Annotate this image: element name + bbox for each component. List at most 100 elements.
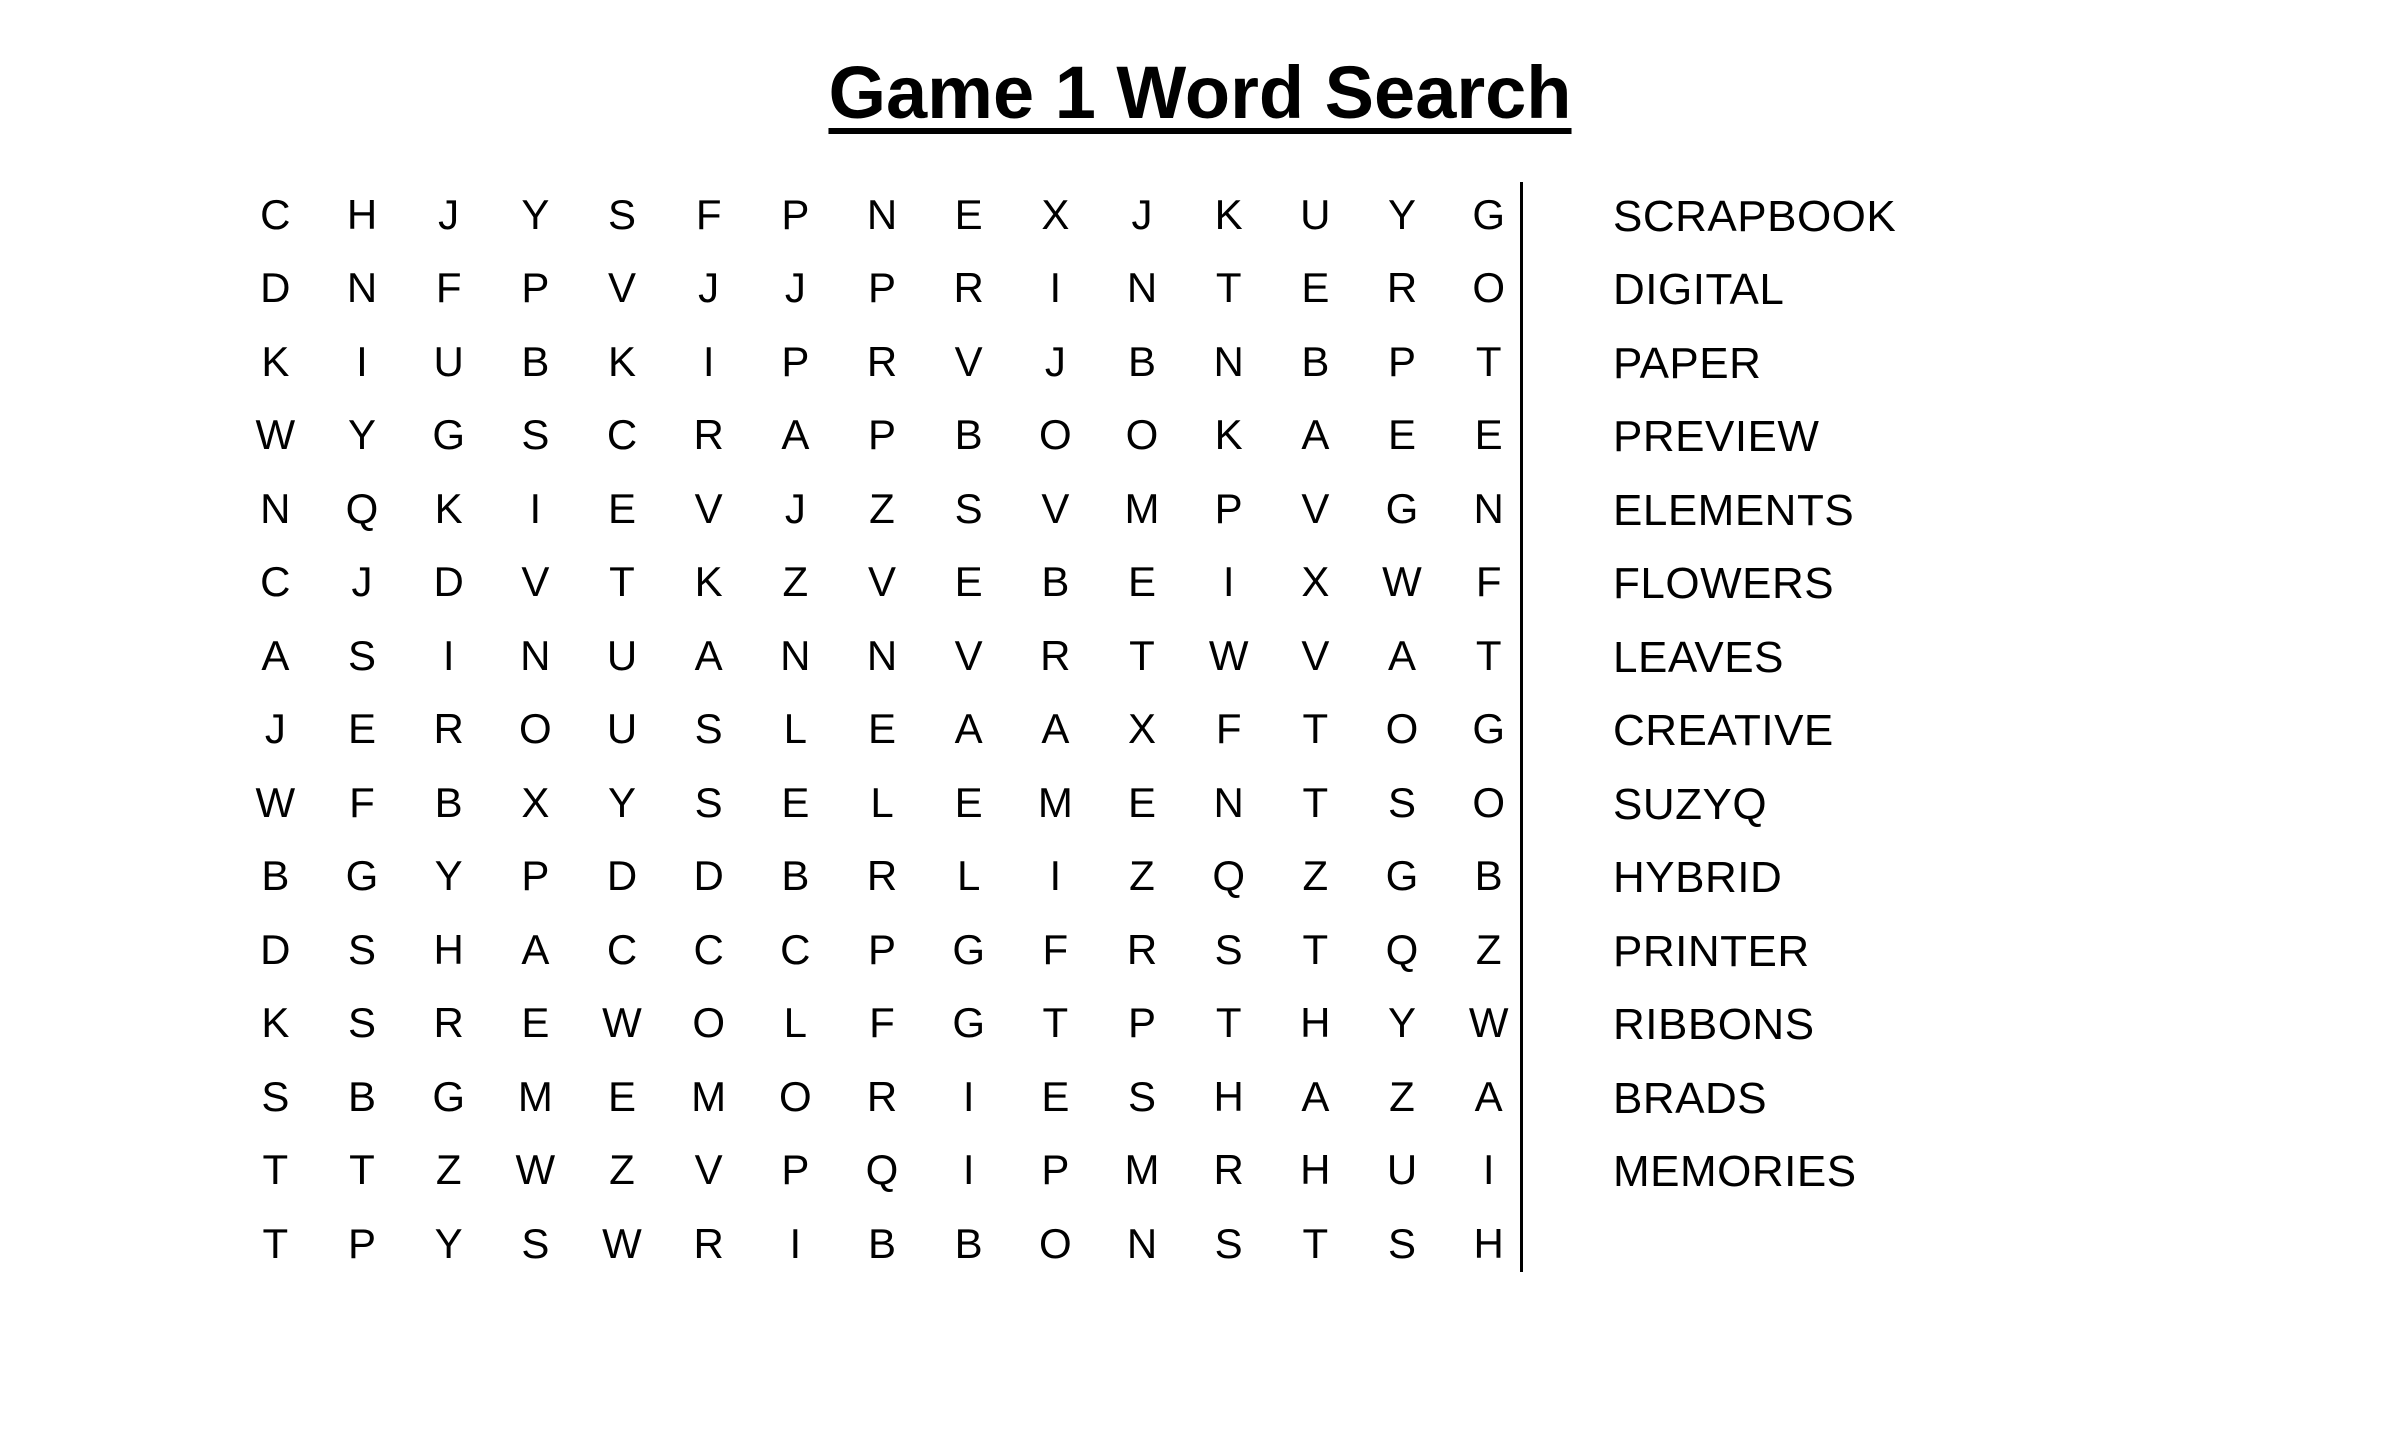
grid-cell[interactable]: E bbox=[925, 545, 1012, 619]
grid-cell[interactable]: F bbox=[839, 986, 926, 1060]
grid-cell[interactable]: M bbox=[1099, 1133, 1186, 1207]
grid-cell[interactable]: S bbox=[319, 986, 406, 1060]
grid-cell[interactable]: D bbox=[665, 839, 752, 913]
grid-cell[interactable]: A bbox=[1012, 692, 1099, 766]
grid-cell[interactable]: E bbox=[1359, 398, 1446, 472]
grid-cell[interactable]: R bbox=[925, 251, 1012, 325]
grid-cell[interactable]: T bbox=[1272, 913, 1359, 987]
grid-cell[interactable]: R bbox=[839, 839, 926, 913]
grid-cell[interactable]: P bbox=[752, 1133, 839, 1207]
grid-cell[interactable]: A bbox=[492, 913, 579, 987]
grid-cell[interactable]: L bbox=[752, 986, 839, 1060]
grid-cell[interactable]: E bbox=[1099, 766, 1186, 840]
grid-cell[interactable]: P bbox=[752, 325, 839, 399]
grid-cell[interactable]: L bbox=[752, 692, 839, 766]
grid-cell[interactable]: Q bbox=[319, 472, 406, 546]
grid-cell[interactable]: B bbox=[752, 839, 839, 913]
grid-cell[interactable]: Z bbox=[579, 1133, 666, 1207]
grid-cell[interactable]: W bbox=[579, 986, 666, 1060]
grid-cell[interactable]: X bbox=[492, 766, 579, 840]
grid-cell[interactable]: K bbox=[579, 325, 666, 399]
grid-cell[interactable]: T bbox=[1272, 1207, 1359, 1281]
grid-cell[interactable]: S bbox=[1185, 1207, 1272, 1281]
grid-cell[interactable]: B bbox=[1272, 325, 1359, 399]
grid-cell[interactable]: R bbox=[839, 325, 926, 399]
grid-cell[interactable]: R bbox=[1012, 619, 1099, 693]
grid-cell[interactable]: M bbox=[1012, 766, 1099, 840]
grid-cell[interactable]: O bbox=[752, 1060, 839, 1134]
grid-cell[interactable]: I bbox=[925, 1060, 1012, 1134]
grid-cell[interactable]: R bbox=[1359, 251, 1446, 325]
grid-cell[interactable]: U bbox=[405, 325, 492, 399]
grid-cell[interactable]: B bbox=[925, 1207, 1012, 1281]
grid-cell[interactable]: X bbox=[1012, 178, 1099, 252]
grid-cell[interactable]: U bbox=[1272, 178, 1359, 252]
grid-cell[interactable]: V bbox=[1012, 472, 1099, 546]
grid-cell[interactable]: Z bbox=[1445, 913, 1532, 987]
grid-cell[interactable]: O bbox=[1099, 398, 1186, 472]
grid-cell[interactable]: E bbox=[1012, 1060, 1099, 1134]
grid-cell[interactable]: S bbox=[1099, 1060, 1186, 1134]
grid-cell[interactable]: K bbox=[232, 325, 319, 399]
word-list-item[interactable]: SUZYQ bbox=[1613, 768, 1896, 842]
grid-cell[interactable]: V bbox=[925, 325, 1012, 399]
word-list-item[interactable]: RIBBONS bbox=[1613, 988, 1896, 1062]
grid-cell[interactable]: K bbox=[405, 472, 492, 546]
grid-cell[interactable]: H bbox=[1272, 1133, 1359, 1207]
grid-cell[interactable]: H bbox=[1272, 986, 1359, 1060]
grid-cell[interactable]: T bbox=[1012, 986, 1099, 1060]
word-list-item[interactable]: FLOWERS bbox=[1613, 547, 1896, 621]
grid-cell[interactable]: B bbox=[405, 766, 492, 840]
grid-cell[interactable]: N bbox=[1185, 766, 1272, 840]
grid-cell[interactable]: N bbox=[1445, 472, 1532, 546]
grid-cell[interactable]: S bbox=[925, 472, 1012, 546]
grid-cell[interactable]: S bbox=[1185, 913, 1272, 987]
grid-cell[interactable]: G bbox=[1445, 692, 1532, 766]
grid-cell[interactable]: V bbox=[579, 251, 666, 325]
grid-cell[interactable]: G bbox=[1359, 839, 1446, 913]
grid-cell[interactable]: A bbox=[1359, 619, 1446, 693]
grid-cell[interactable]: A bbox=[925, 692, 1012, 766]
grid-cell[interactable]: F bbox=[1012, 913, 1099, 987]
grid-cell[interactable]: T bbox=[1272, 692, 1359, 766]
grid-cell[interactable]: H bbox=[1185, 1060, 1272, 1134]
grid-cell[interactable]: S bbox=[232, 1060, 319, 1134]
grid-cell[interactable]: Z bbox=[1359, 1060, 1446, 1134]
grid-cell[interactable]: Y bbox=[319, 398, 406, 472]
grid-cell[interactable]: F bbox=[1185, 692, 1272, 766]
grid-cell[interactable]: I bbox=[319, 325, 406, 399]
grid-cell[interactable]: V bbox=[925, 619, 1012, 693]
grid-cell[interactable]: G bbox=[925, 913, 1012, 987]
grid-cell[interactable]: V bbox=[839, 545, 926, 619]
grid-cell[interactable]: E bbox=[925, 766, 1012, 840]
grid-cell[interactable]: K bbox=[1185, 398, 1272, 472]
grid-cell[interactable]: M bbox=[665, 1060, 752, 1134]
grid-cell[interactable]: Y bbox=[405, 1207, 492, 1281]
grid-cell[interactable]: C bbox=[232, 545, 319, 619]
grid-cell[interactable]: W bbox=[579, 1207, 666, 1281]
grid-cell[interactable]: B bbox=[925, 398, 1012, 472]
grid-cell[interactable]: Z bbox=[1099, 839, 1186, 913]
grid-cell[interactable]: G bbox=[925, 986, 1012, 1060]
grid-cell[interactable]: Y bbox=[492, 178, 579, 252]
grid-cell[interactable]: N bbox=[492, 619, 579, 693]
grid-cell[interactable]: C bbox=[579, 398, 666, 472]
grid-cell[interactable]: B bbox=[492, 325, 579, 399]
grid-cell[interactable]: N bbox=[839, 619, 926, 693]
grid-cell[interactable]: Y bbox=[579, 766, 666, 840]
grid-cell[interactable]: V bbox=[492, 545, 579, 619]
grid-cell[interactable]: R bbox=[665, 398, 752, 472]
grid-cell[interactable]: Q bbox=[839, 1133, 926, 1207]
grid-cell[interactable]: V bbox=[665, 1133, 752, 1207]
grid-cell[interactable]: B bbox=[1012, 545, 1099, 619]
grid-cell[interactable]: Q bbox=[1185, 839, 1272, 913]
grid-cell[interactable]: L bbox=[925, 839, 1012, 913]
word-list-item[interactable]: MEMORIES bbox=[1613, 1135, 1896, 1209]
grid-cell[interactable]: J bbox=[319, 545, 406, 619]
word-list-item[interactable]: CREATIVE bbox=[1613, 694, 1896, 768]
grid-cell[interactable]: G bbox=[405, 1060, 492, 1134]
grid-cell[interactable]: S bbox=[492, 1207, 579, 1281]
grid-cell[interactable]: O bbox=[1359, 692, 1446, 766]
grid-cell[interactable]: W bbox=[232, 398, 319, 472]
word-list-item[interactable]: SCRAPBOOK bbox=[1613, 180, 1896, 254]
